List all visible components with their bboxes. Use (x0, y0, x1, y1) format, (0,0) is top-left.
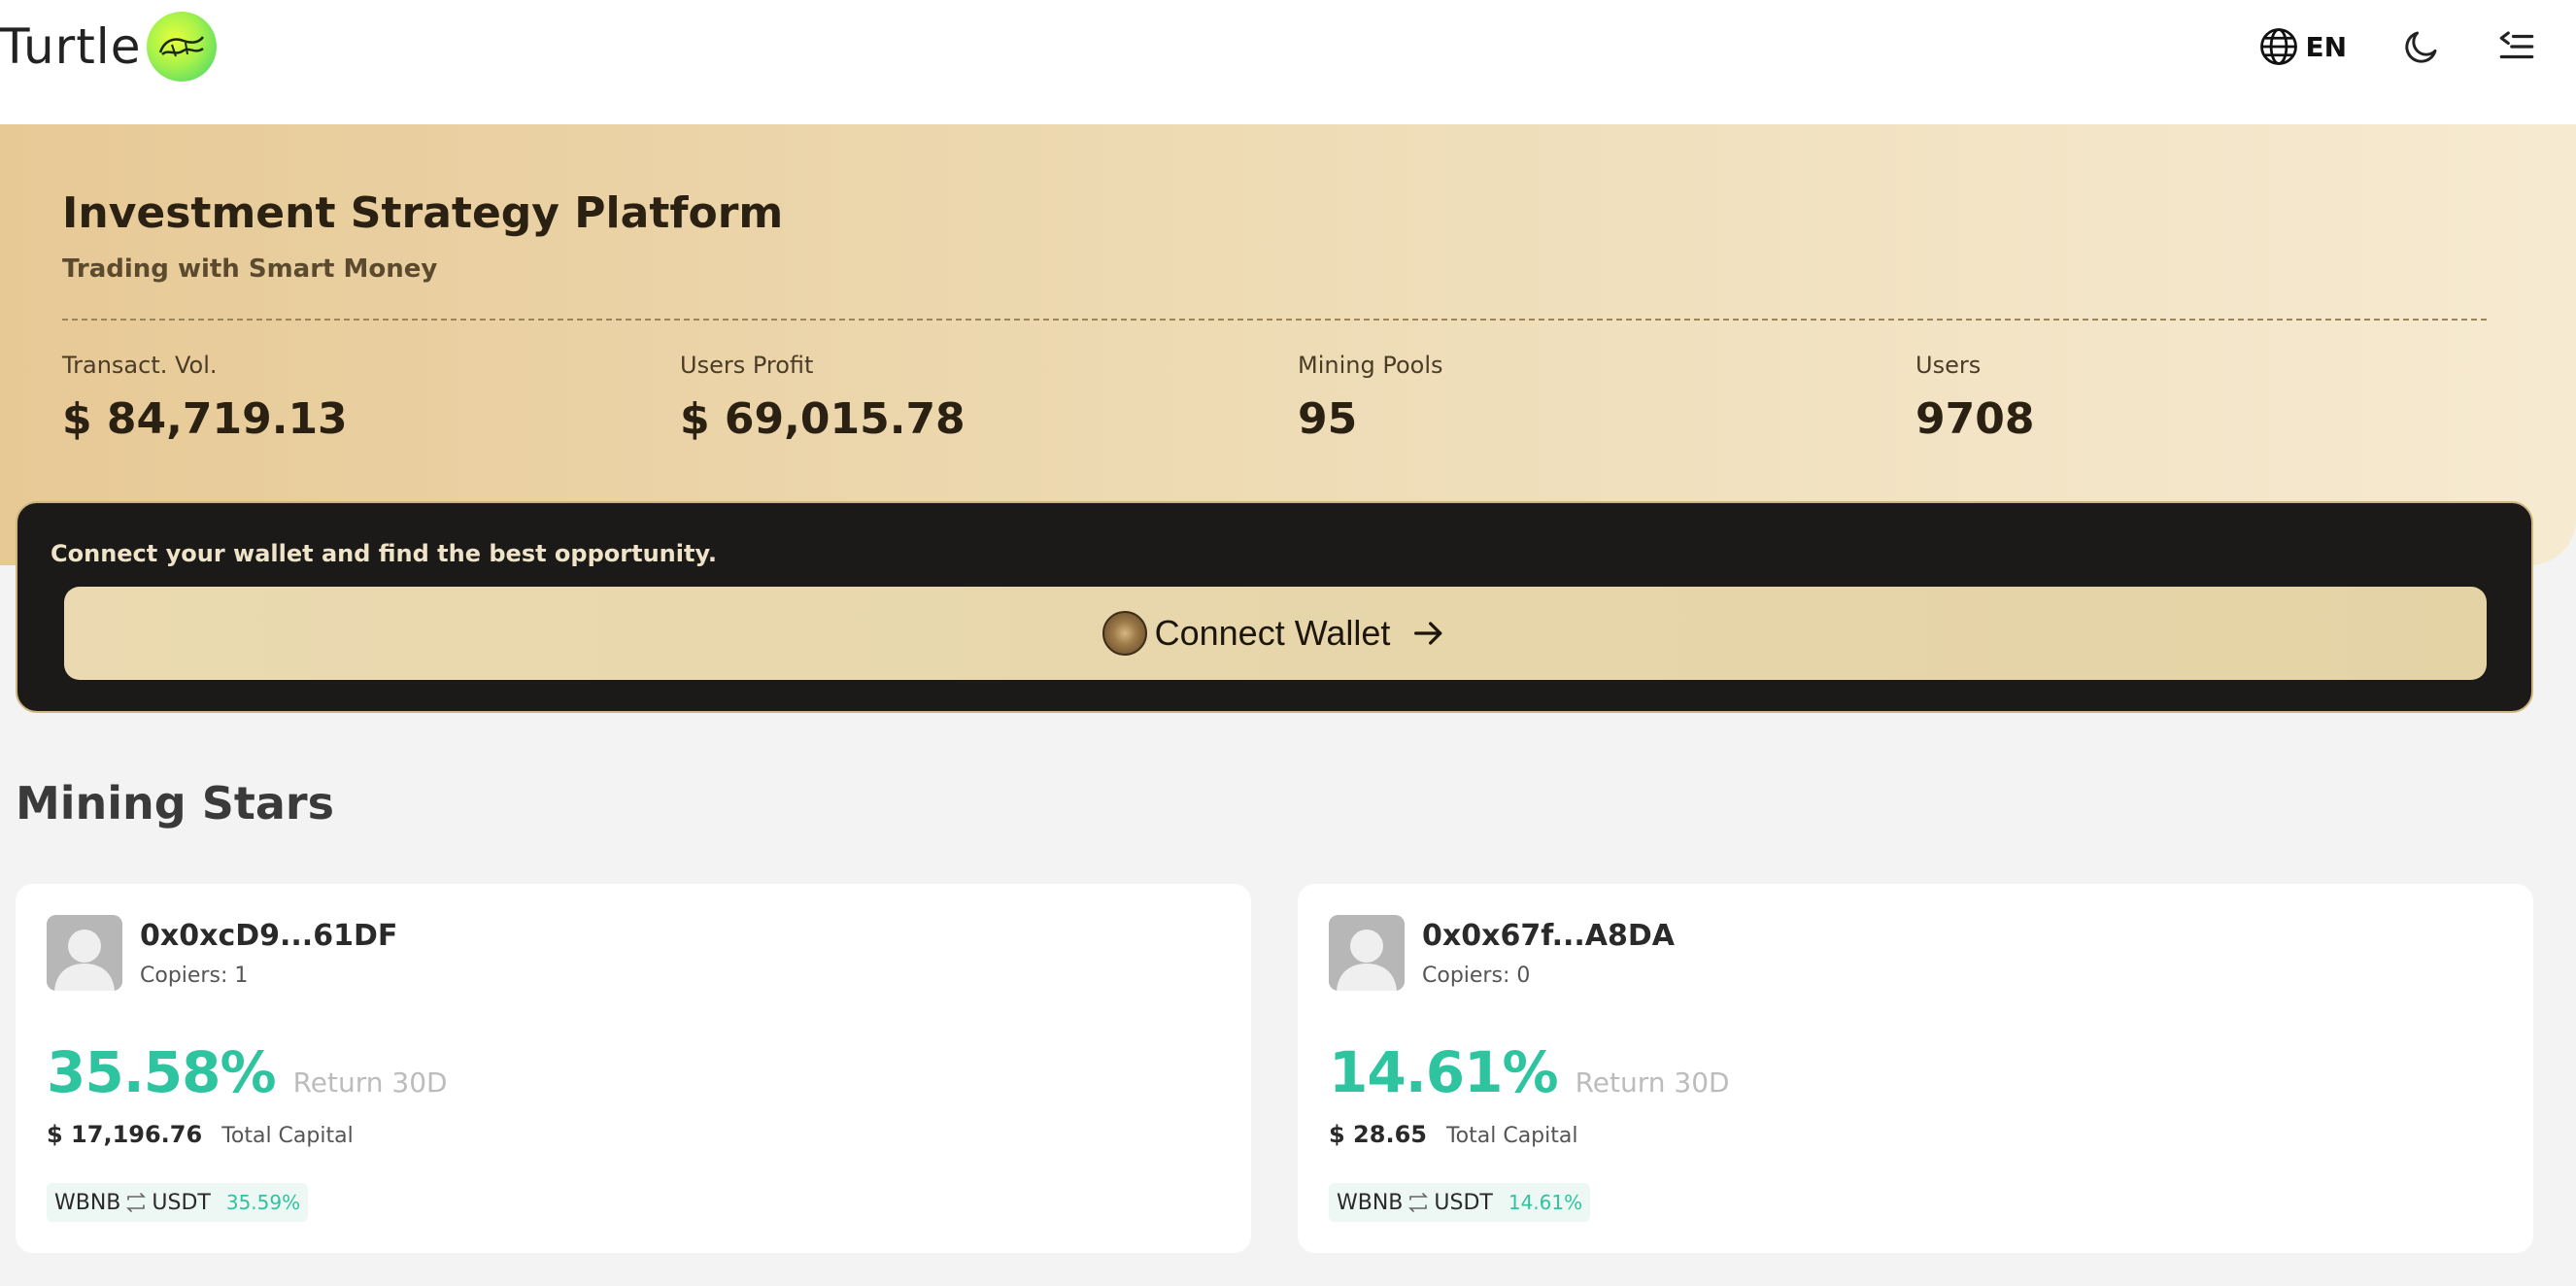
hero-divider (62, 319, 2487, 321)
return-30d: 35.58% Return 30D (47, 1039, 448, 1105)
capital-value: $ 28.65 (1329, 1121, 1427, 1148)
total-capital: $ 17,196.76 Total Capital (47, 1121, 354, 1148)
wallet-coin-icon (1102, 611, 1147, 656)
pair-to-token: USDT (152, 1190, 211, 1215)
stat-value: $ 84,719.13 (62, 394, 348, 444)
stat-value: 95 (1298, 394, 1358, 444)
language-selector[interactable]: EN (2258, 26, 2347, 67)
trading-pair-badge: WBNB USDT 35.59% (47, 1183, 309, 1222)
pair-from-token: WBNB (54, 1190, 121, 1215)
pair-percent: 14.61% (1508, 1191, 1583, 1214)
total-capital: $ 28.65 Total Capital (1329, 1121, 1577, 1148)
copiers-count: Copiers: 0 (1422, 964, 1531, 988)
mining-star-card[interactable]: 0x0x67f...A8DA Copiers: 0 14.61% Return … (1298, 884, 2533, 1253)
globe-icon (2260, 28, 2298, 65)
stat-users-profit: Users Profit $ 69,015.78 (680, 352, 966, 444)
capital-label: Total Capital (221, 1124, 354, 1148)
stat-value: $ 69,015.78 (680, 394, 966, 444)
logo[interactable]: Turtle (0, 8, 218, 85)
turtle-logo-icon (147, 12, 218, 82)
language-label: EN (2305, 30, 2347, 63)
pair-to-token: USDT (1434, 1190, 1493, 1215)
swap-icon (124, 1191, 148, 1214)
avatar (1329, 915, 1405, 991)
menu-button[interactable] (2496, 26, 2537, 67)
hero-banner: Investment Strategy Platform Trading wit… (0, 124, 2576, 565)
capital-label: Total Capital (1445, 1124, 1578, 1148)
return-value: 14.61% (1329, 1039, 1559, 1105)
stat-users: Users 9708 (1915, 352, 2034, 444)
connect-wallet-label: Connect Wallet (1154, 613, 1391, 653)
wallet-message: Connect your wallet and find the best op… (51, 540, 718, 567)
trading-pair-badge: WBNB USDT 14.61% (1329, 1183, 1591, 1222)
stat-label: Users Profit (680, 352, 814, 379)
avatar (47, 915, 122, 991)
theme-toggle-button[interactable] (2401, 26, 2442, 67)
moon-icon (2405, 31, 2437, 63)
trader-address: 0x0x67f...A8DA (1422, 919, 1676, 953)
hero-subtitle: Trading with Smart Money (62, 254, 438, 284)
stat-label: Transact. Vol. (62, 352, 218, 379)
top-header: Turtle EN (0, 0, 2576, 124)
stat-mining-pools: Mining Pools 95 (1298, 352, 1442, 444)
connect-wallet-button[interactable]: Connect Wallet (64, 587, 2487, 680)
mining-star-card[interactable]: 0x0xcD9...61DF Copiers: 1 35.58% Return … (16, 884, 1251, 1253)
stat-label: Users (1915, 352, 1982, 379)
stat-transaction-volume: Transact. Vol. $ 84,719.13 (62, 352, 348, 444)
trader-address: 0x0xcD9...61DF (140, 919, 398, 953)
hero-title: Investment Strategy Platform (62, 188, 784, 238)
connect-wallet-panel: Connect your wallet and find the best op… (16, 501, 2533, 713)
mining-stars-title: Mining Stars (16, 777, 334, 829)
pair-from-token: WBNB (1337, 1190, 1404, 1215)
pair-percent: 35.59% (225, 1191, 301, 1214)
stat-label: Mining Pools (1298, 352, 1443, 379)
return-label: Return 30D (292, 1066, 448, 1099)
header-actions: EN (2258, 19, 2537, 74)
copiers-count: Copiers: 1 (140, 964, 249, 988)
logo-text: Turtle (0, 18, 142, 75)
swap-icon (1407, 1191, 1430, 1214)
return-30d: 14.61% Return 30D (1329, 1039, 1730, 1105)
stat-value: 9708 (1915, 394, 2035, 444)
arrow-right-icon (1414, 622, 1442, 645)
menu-collapse-icon (2499, 31, 2534, 59)
return-label: Return 30D (1575, 1066, 1730, 1099)
return-value: 35.58% (47, 1039, 277, 1105)
capital-value: $ 17,196.76 (47, 1121, 203, 1148)
